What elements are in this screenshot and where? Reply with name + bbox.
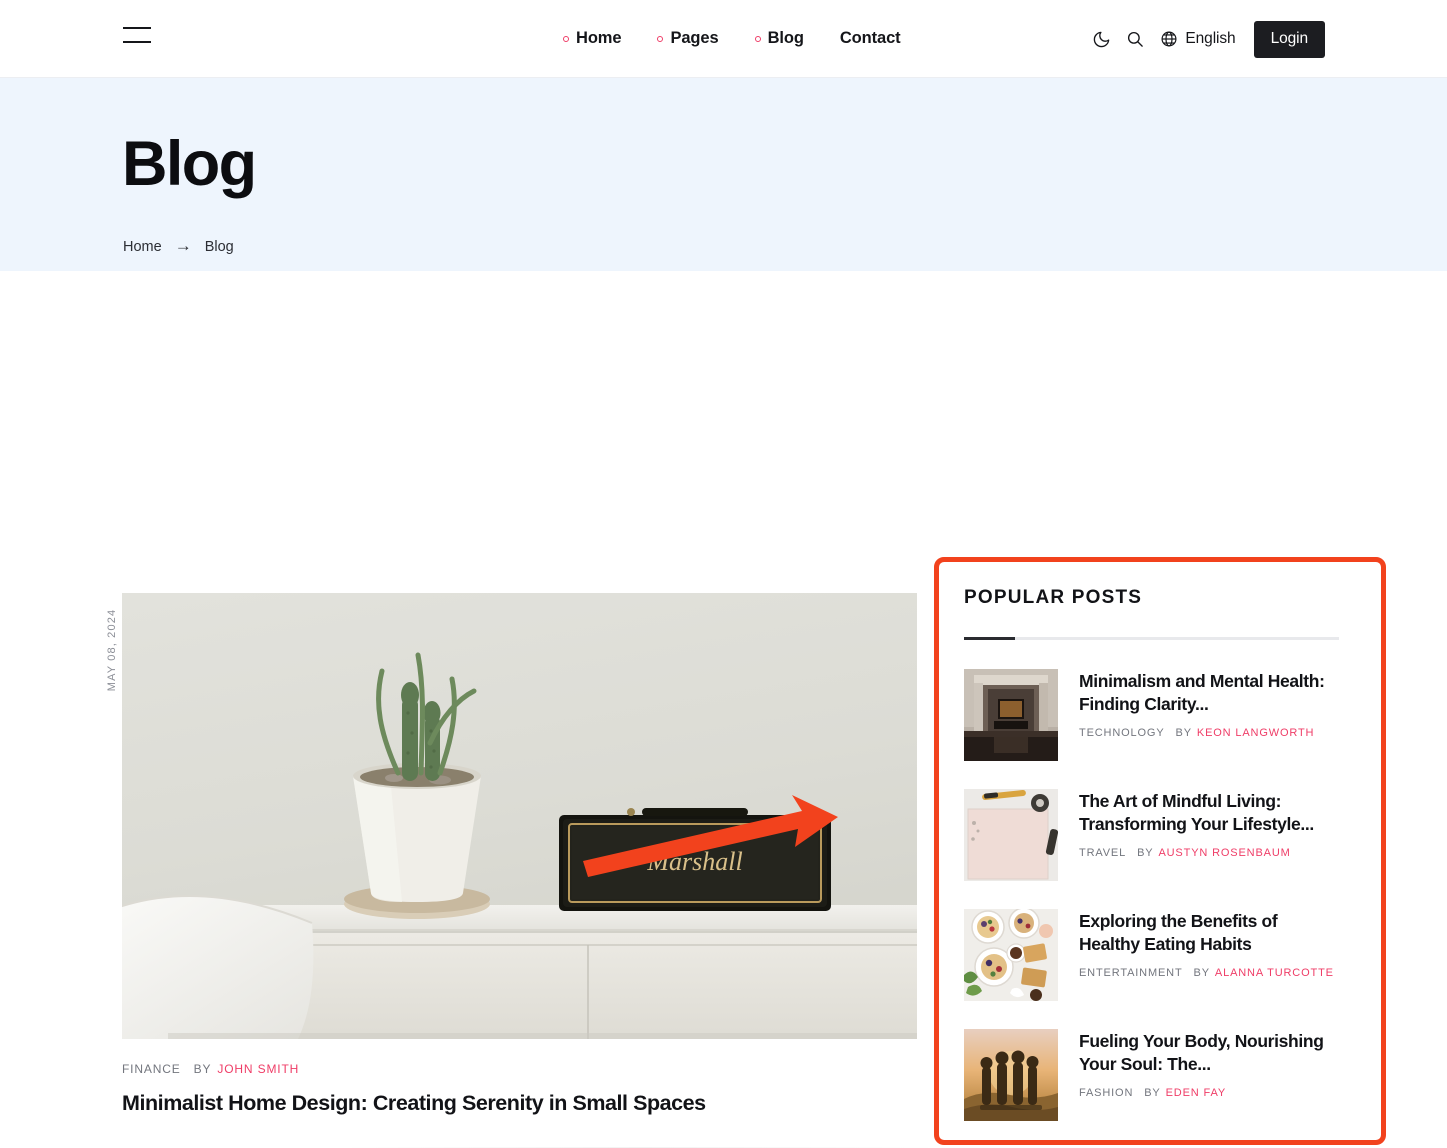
nav-item-contact[interactable]: Contact [840, 29, 901, 48]
post-author[interactable]: JOHN SMITH [217, 1062, 299, 1076]
popular-post-byline: BY EDEN FAY [1144, 1087, 1226, 1099]
by-label: BY [1144, 1086, 1161, 1099]
page-title: Blog [122, 129, 257, 199]
popular-post-author[interactable]: KEON LANGWORTH [1197, 727, 1314, 739]
popular-post-category[interactable]: FASHION [1079, 1087, 1133, 1099]
popular-post-thumbnail [964, 909, 1058, 1001]
popular-post-title[interactable]: Fueling Your Body, Nourishing Your Soul:… [1079, 1030, 1339, 1077]
hamburger-icon[interactable] [123, 27, 151, 43]
popular-post-body: Fueling Your Body, Nourishing Your Soul:… [1079, 1029, 1339, 1121]
breadcrumb-item-blog: Blog [204, 238, 234, 255]
nav-item-home[interactable]: Home [563, 29, 622, 48]
post-meta: FINANCE BY JOHN SMITH [122, 1062, 299, 1076]
breadcrumb-item-home[interactable]: Home [123, 239, 162, 255]
museum-gallery-icon [964, 669, 1058, 761]
popular-post-body: Exploring the Benefits of Healthy Eating… [1079, 909, 1339, 1001]
post-category[interactable]: FINANCE [122, 1062, 181, 1076]
hamburger-line [123, 27, 151, 29]
popular-post-thumbnail [964, 669, 1058, 761]
dropdown-dot-icon [563, 35, 569, 42]
language-label: English [1185, 30, 1236, 47]
popular-post-title[interactable]: Exploring the Benefits of Healthy Eating… [1079, 910, 1339, 957]
popular-post-byline: BY ALANNA TURCOTTE [1194, 967, 1334, 979]
header-actions: English Login [1084, 0, 1325, 78]
nav-label: Blog [767, 29, 804, 47]
popular-post-thumbnail [964, 1029, 1058, 1121]
svg-text:Marshall: Marshall [646, 847, 742, 876]
content-area: MAY 08, 2024 Marshall FINANCE BY JOHN SM… [0, 271, 1447, 1148]
friends-at-sunset-icon [964, 1029, 1058, 1121]
popular-post-meta: ENTERTAINMENT BY ALANNA TURCOTTE [1079, 967, 1339, 979]
popular-post-byline: BY AUSTYN ROSENBAUM [1137, 847, 1291, 859]
post-date: MAY 08, 2024 [104, 595, 120, 705]
popular-post-meta: TECHNOLOGY BY KEON LANGWORTH [1079, 727, 1339, 739]
globe-icon [1161, 31, 1177, 47]
language-switcher[interactable]: English [1160, 30, 1236, 48]
list-item[interactable]: Exploring the Benefits of Healthy Eating… [964, 909, 1339, 1001]
popular-post-category[interactable]: TRAVEL [1079, 847, 1126, 859]
nav-item-blog[interactable]: Blog [754, 29, 804, 48]
post-title[interactable]: Minimalist Home Design: Creating Serenit… [122, 1091, 706, 1116]
breadcrumb-arrow-icon: → [174, 236, 192, 255]
popular-post-category[interactable]: TECHNOLOGY [1079, 727, 1165, 739]
popular-post-title[interactable]: The Art of Mindful Living: Transforming … [1079, 790, 1339, 837]
nav-label: Contact [839, 29, 901, 47]
search-icon [1128, 31, 1144, 47]
popular-post-author[interactable]: EDEN FAY [1166, 1087, 1226, 1099]
page-hero: Blog Home → Blog [0, 78, 1447, 271]
widget-title: POPULAR POSTS [964, 587, 1143, 608]
by-label: BY [1175, 726, 1192, 739]
hamburger-line [123, 41, 151, 43]
post-byline: BY JOHN SMITH [194, 1062, 300, 1076]
list-item[interactable]: The Art of Mindful Living: Transforming … [964, 789, 1339, 881]
nav-item-pages[interactable]: Pages [657, 29, 719, 48]
post-date-label: MAY 08, 2024 [106, 608, 118, 692]
widget-divider [964, 637, 1339, 640]
popular-post-author[interactable]: AUSTYN ROSENBAUM [1158, 847, 1290, 859]
popular-post-category[interactable]: ENTERTAINMENT [1079, 967, 1183, 979]
breadcrumb: Home → Blog [123, 236, 234, 255]
site-header: Home Pages Blog Contact English Login [0, 0, 1447, 78]
nav-label: Home [576, 29, 622, 47]
dropdown-dot-icon [754, 35, 761, 42]
by-label: BY [193, 1062, 212, 1076]
list-item[interactable]: Fueling Your Body, Nourishing Your Soul:… [964, 1029, 1339, 1121]
dark-mode-toggle[interactable] [1084, 22, 1118, 56]
moon-icon [1093, 31, 1110, 47]
list-item[interactable]: Minimalism and Mental Health: Finding Cl… [964, 669, 1339, 761]
popular-post-body: Minimalism and Mental Health: Finding Cl… [1079, 669, 1339, 761]
by-label: BY [1137, 846, 1154, 859]
popular-post-title[interactable]: Minimalism and Mental Health: Finding Cl… [1079, 670, 1339, 717]
popular-post-author[interactable]: ALANNA TURCOTTE [1215, 967, 1334, 979]
healthy-food-bowls-icon [964, 909, 1058, 1001]
desk-flatlay-icon [964, 789, 1058, 881]
popular-post-meta: TRAVEL BY AUSTYN ROSENBAUM [1079, 847, 1339, 859]
login-button[interactable]: Login [1253, 20, 1325, 58]
nav-label: Pages [670, 29, 719, 47]
popular-post-byline: BY KEON LANGWORTH [1176, 727, 1315, 739]
popular-post-meta: FASHION BY EDEN FAY [1079, 1087, 1339, 1099]
minimalist-interior-illustration: Marshall [122, 593, 917, 1039]
popular-post-thumbnail [964, 789, 1058, 881]
search-button[interactable] [1118, 22, 1152, 56]
dropdown-dot-icon [657, 35, 664, 42]
by-label: BY [1193, 966, 1210, 979]
popular-post-body: The Art of Mindful Living: Transforming … [1079, 789, 1339, 881]
main-navigation: Home Pages Blog Contact [563, 29, 901, 48]
featured-post-image[interactable]: Marshall [122, 593, 917, 1039]
popular-posts-widget: POPULAR POSTS Minimalism and Mental Heal… [964, 587, 1339, 1121]
